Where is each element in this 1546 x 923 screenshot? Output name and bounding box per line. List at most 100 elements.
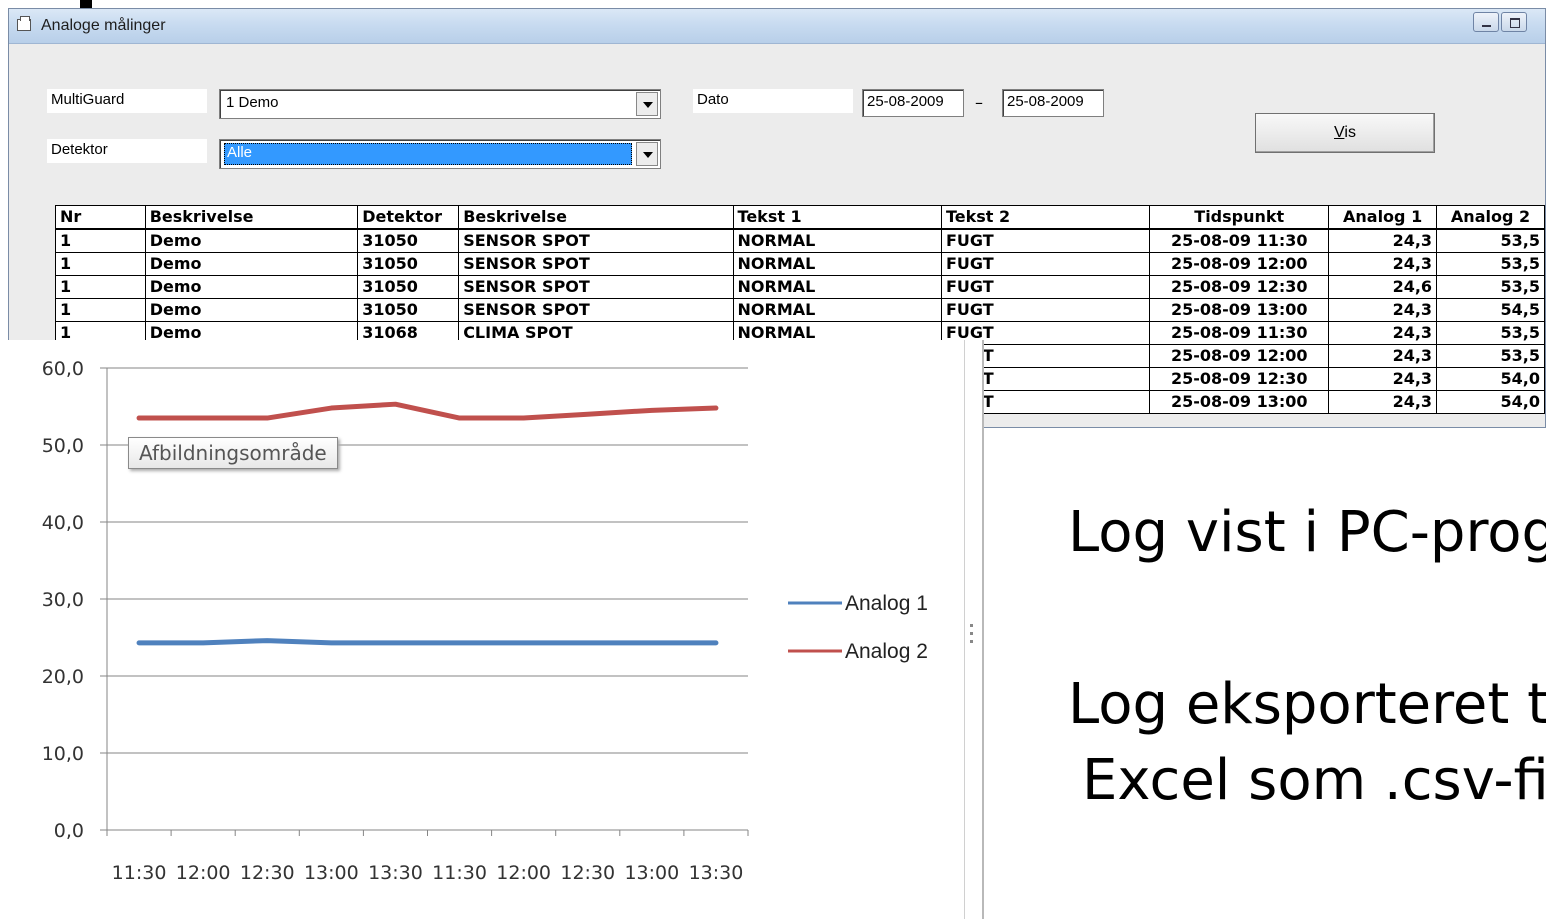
- x-tick-label: 12:00: [176, 862, 231, 884]
- table-cell: 54,0: [1436, 367, 1545, 391]
- top-edge-mark: [80, 0, 92, 8]
- multiguard-value: 1 Demo: [226, 94, 279, 111]
- date-to-field[interactable]: 25-08-2009: [1002, 89, 1104, 117]
- col-header-beskrivelse-2[interactable]: Beskrivelse: [458, 205, 734, 230]
- vis-button-mnemonic: V: [1334, 124, 1345, 141]
- note-pc-program: Log vist i PC-prog: [1068, 500, 1546, 565]
- y-tick-label: 60,0: [42, 358, 84, 380]
- table-row[interactable]: 1 Demo 31050 SENSOR SPOT NORMAL FUGT 25-08-09 …: [55, 275, 1545, 299]
- table-cell: 53,5: [1436, 321, 1545, 345]
- line-chart[interactable]: 0,0 10,0 20,0 30,0 40,0 50,0 60,0 11:30 12:00 12:…: [0, 340, 980, 919]
- chevron-down-icon[interactable]: [636, 142, 658, 166]
- table-row[interactable]: 1 Demo 31050 SENSOR SPOT NORMAL FUGT 25-08-09 …: [55, 252, 1545, 276]
- legend-label: Analog 1: [845, 592, 928, 615]
- col-header-tekst1[interactable]: Tekst 1: [732, 205, 942, 230]
- table-cell: 1: [55, 228, 146, 253]
- table-row[interactable]: 1 Demo 31050 SENSOR SPOT NORMAL FUGT 25-08-09 …: [55, 298, 1545, 322]
- x-tick-label: 12:30: [560, 862, 615, 884]
- table-cell: 25-08-09 12:30: [1149, 367, 1330, 391]
- note-exported: Log eksporteret t: [1068, 672, 1546, 737]
- table-cell: FUGT: [940, 228, 1151, 253]
- chevron-down-icon[interactable]: [636, 92, 658, 116]
- table-cell: 1: [55, 298, 146, 322]
- date-from-field[interactable]: 25-08-2009: [862, 89, 964, 117]
- window-title: Analoge målinger: [41, 17, 166, 34]
- table-cell: FUGT: [940, 275, 1151, 299]
- excel-chart-panel: 0,0 10,0 20,0 30,0 40,0 50,0 60,0 11:30 12:00 12:…: [0, 340, 984, 919]
- series-line-2: [136, 401, 719, 421]
- table-cell: 54,5: [1436, 298, 1545, 322]
- multiguard-label: MultiGuard: [47, 89, 207, 113]
- table-cell: Demo: [144, 252, 359, 276]
- table-cell: 24,3: [1328, 298, 1438, 322]
- vis-button[interactable]: Vis: [1255, 113, 1435, 153]
- note-csv-file: Excel som .csv-fi: [1082, 748, 1546, 813]
- table-cell: 31050: [357, 228, 460, 253]
- col-header-detektor[interactable]: Detektor: [357, 205, 460, 230]
- minimize-button[interactable]: [1473, 12, 1499, 32]
- table-cell: 25-08-09 11:30: [1149, 228, 1330, 253]
- table-cell: Demo: [144, 228, 359, 253]
- table-cell: NORMAL: [732, 252, 942, 276]
- multiguard-select[interactable]: 1 Demo: [219, 89, 661, 119]
- table-row[interactable]: 1 Demo 31050 SENSOR SPOT NORMAL FUGT 25-08-09 …: [55, 228, 1545, 253]
- detektor-select[interactable]: Alle: [219, 139, 661, 169]
- col-header-nr[interactable]: Nr: [55, 205, 146, 230]
- table-cell: 24,3: [1328, 228, 1438, 253]
- detektor-label: Detektor: [47, 139, 207, 163]
- table-cell: 25-08-09 12:00: [1149, 344, 1330, 368]
- table-cell: FUGT: [940, 298, 1151, 322]
- table-cell: 31050: [357, 298, 460, 322]
- table-cell: NORMAL: [732, 298, 942, 322]
- table-header-row: Nr Beskrivelse Detektor Beskrivelse Teks…: [55, 205, 1545, 230]
- window-icon: [17, 16, 31, 31]
- table-cell: 24,3: [1328, 252, 1438, 276]
- table-cell: 24,3: [1328, 390, 1438, 414]
- x-tick-label: 11:30: [112, 862, 167, 884]
- chart-area-tooltip: Afbildningsområde: [128, 437, 338, 469]
- table-cell: 31050: [357, 252, 460, 276]
- col-header-analog2[interactable]: Analog 2: [1436, 205, 1545, 230]
- date-separator: –: [975, 93, 983, 112]
- legend-label: Analog 2: [845, 640, 928, 663]
- col-header-tidspunkt[interactable]: Tidspunkt: [1149, 205, 1330, 230]
- table-cell: 53,5: [1436, 344, 1545, 368]
- table-cell: 25-08-09 11:30: [1149, 321, 1330, 345]
- col-header-tekst2[interactable]: Tekst 2: [940, 205, 1151, 230]
- table-cell: SENSOR SPOT: [458, 298, 734, 322]
- table-cell: 24,3: [1328, 321, 1438, 345]
- x-tick-label: 13:30: [368, 862, 423, 884]
- y-tick-label: 40,0: [42, 512, 84, 534]
- y-tick-label: 50,0: [42, 435, 84, 457]
- table-cell: 25-08-09 12:30: [1149, 275, 1330, 299]
- resize-handle: [970, 640, 973, 643]
- table-cell: Demo: [144, 275, 359, 299]
- table-cell: 53,5: [1436, 228, 1545, 253]
- dato-label: Dato: [693, 89, 853, 113]
- col-header-analog1[interactable]: Analog 1: [1328, 205, 1438, 230]
- table-cell: NORMAL: [732, 275, 942, 299]
- table-cell: 1: [55, 252, 146, 276]
- table-cell: 24,6: [1328, 275, 1438, 299]
- col-header-beskrivelse[interactable]: Beskrivelse: [144, 205, 359, 230]
- x-tick-label: 13:00: [304, 862, 359, 884]
- y-tick-label: 30,0: [42, 589, 84, 611]
- table-cell: 24,3: [1328, 367, 1438, 391]
- resize-handle: [970, 624, 973, 627]
- x-tick-label: 13:00: [624, 862, 679, 884]
- table-cell: NORMAL: [732, 228, 942, 253]
- table-cell: 31050: [357, 275, 460, 299]
- table-cell: 53,5: [1436, 275, 1545, 299]
- y-tick-label: 20,0: [42, 666, 84, 688]
- title-bar: Analoge målinger: [9, 9, 1545, 44]
- resize-handle: [970, 632, 973, 635]
- detektor-value: Alle: [224, 143, 632, 165]
- y-tick-label: 0,0: [54, 820, 84, 842]
- table-cell: 1: [55, 275, 146, 299]
- top-strip: [0, 0, 1546, 8]
- maximize-button[interactable]: [1501, 12, 1527, 32]
- table-cell: SENSOR SPOT: [458, 228, 734, 253]
- table-cell: SENSOR SPOT: [458, 252, 734, 276]
- x-tick-label: 13:30: [689, 862, 744, 884]
- table-cell: 24,3: [1328, 344, 1438, 368]
